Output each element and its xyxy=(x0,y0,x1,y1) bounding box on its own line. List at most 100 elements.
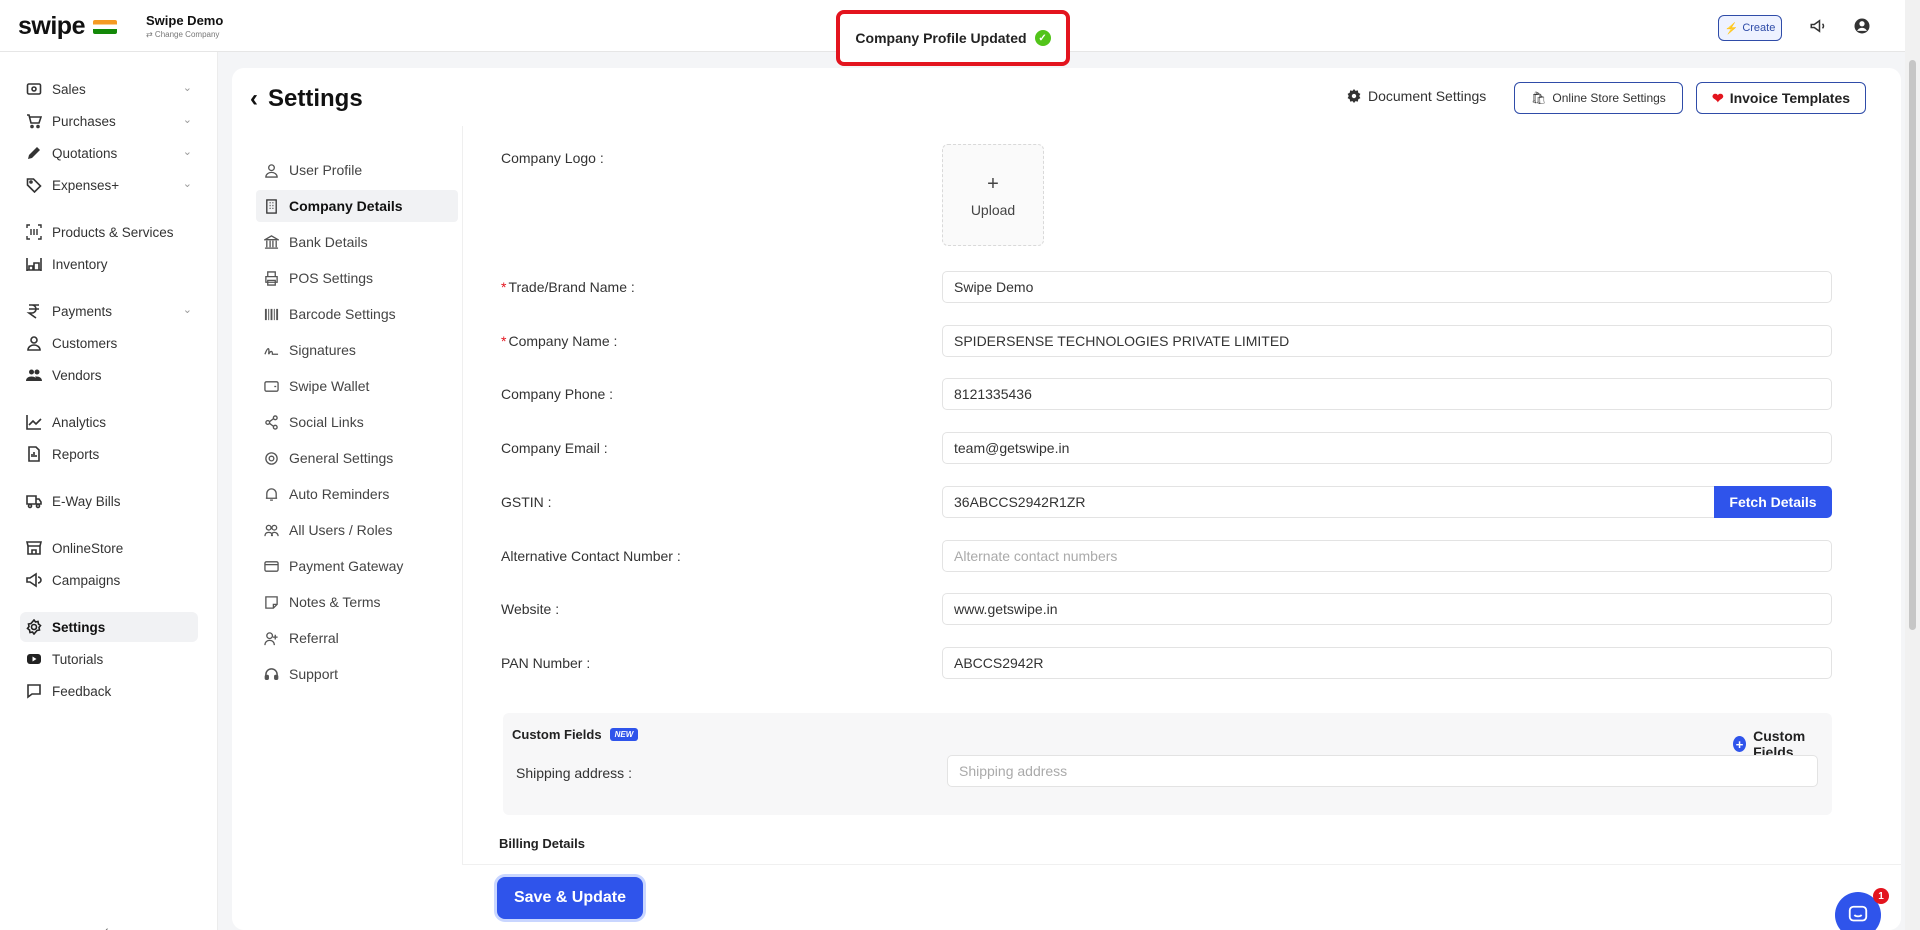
user-icon xyxy=(265,163,278,178)
invoice-templates-button[interactable]: ❤ Invoice Templates xyxy=(1696,82,1866,114)
wallet-icon xyxy=(264,380,279,392)
back-chevron-icon[interactable]: ‹ xyxy=(250,85,258,113)
nav-label: Inventory xyxy=(52,256,108,272)
submenu-user-profile[interactable]: User Profile xyxy=(256,154,458,186)
company-name: Swipe Demo xyxy=(146,13,224,28)
nav-products-services[interactable]: Products & Services xyxy=(20,217,198,247)
save-update-button[interactable]: Save & Update xyxy=(497,877,643,919)
users-icon xyxy=(264,524,279,536)
website-label: Website : xyxy=(501,601,560,617)
change-company-link[interactable]: ⇄ Change Company xyxy=(146,30,223,39)
submenu-company-details[interactable]: Company Details xyxy=(256,190,458,222)
submenu-label: Notes & Terms xyxy=(289,594,381,610)
fetch-details-button[interactable]: Fetch Details xyxy=(1714,486,1832,518)
submenu-signatures[interactable]: Signatures xyxy=(256,334,458,366)
nav-label: OnlineStore xyxy=(52,540,124,556)
nav-vendors[interactable]: Vendors xyxy=(20,360,198,390)
logo-upload-button[interactable]: + Upload xyxy=(942,144,1044,246)
report-icon xyxy=(28,446,40,462)
invoice-templates-label: Invoice Templates xyxy=(1729,90,1851,106)
scrollbar-thumb[interactable] xyxy=(1909,60,1916,630)
company-email-input[interactable]: team@getswipe.in xyxy=(942,432,1832,464)
referral-icon xyxy=(264,631,278,645)
collapse-sidebar-icon[interactable]: ‹ xyxy=(104,922,109,930)
submenu-swipe-wallet[interactable]: Swipe Wallet xyxy=(256,370,458,402)
nav-purchases[interactable]: Purchases ⌄ xyxy=(20,106,198,136)
document-settings-label: Document Settings xyxy=(1368,88,1487,104)
nav-settings[interactable]: Settings xyxy=(20,612,198,642)
submenu-label: All Users / Roles xyxy=(289,522,393,538)
nav-label: Payments xyxy=(52,303,113,319)
chat-bubble-icon xyxy=(1848,905,1868,922)
nav-campaigns[interactable]: Campaigns xyxy=(20,565,198,595)
submenu-all-users-roles[interactable]: All Users / Roles xyxy=(256,514,458,546)
trade-name-label: * Trade/Brand Name : xyxy=(501,279,635,295)
nav-customers[interactable]: Customers xyxy=(20,328,198,358)
nav-label: Expenses+ xyxy=(52,177,120,193)
submenu-label: POS Settings xyxy=(289,270,374,286)
success-check-icon: ✓ xyxy=(1034,30,1051,46)
submenu-social-links[interactable]: Social Links xyxy=(256,406,458,438)
website-input[interactable]: www.getswipe.in xyxy=(942,593,1832,625)
credit-card-icon xyxy=(264,560,279,572)
trade-name-label-text: Trade/Brand Name : xyxy=(508,279,635,295)
online-store-settings-label: Online Store Settings xyxy=(1552,91,1666,105)
nav-label: Products & Services xyxy=(52,224,174,240)
alt-contact-input[interactable]: Alternate contact numbers xyxy=(942,540,1832,572)
rupee-icon xyxy=(26,304,39,319)
submenu-auto-reminders[interactable]: Auto Reminders xyxy=(256,478,458,510)
nav-label: E-Way Bills xyxy=(52,493,121,509)
signature-icon xyxy=(264,347,279,355)
lightning-icon: ⚡ xyxy=(1724,22,1739,35)
nav-payments[interactable]: Payments ⌄ xyxy=(20,296,198,326)
submenu-pos-settings[interactable]: POS Settings xyxy=(256,262,458,294)
company-phone-input[interactable]: 8121335436 xyxy=(942,378,1832,410)
account-icon[interactable] xyxy=(1850,14,1874,38)
nav-label: Customers xyxy=(52,335,118,351)
nav-inventory[interactable]: Inventory xyxy=(20,249,198,279)
submenu-general-settings[interactable]: General Settings xyxy=(256,442,458,474)
submenu-bank-details[interactable]: Bank Details xyxy=(256,226,458,258)
printer-icon xyxy=(265,270,278,286)
gstin-label: GSTIN : xyxy=(501,494,552,510)
trade-name-input[interactable]: Swipe Demo xyxy=(942,271,1832,303)
submenu-payment-gateway[interactable]: Payment Gateway xyxy=(256,550,458,582)
submenu-label: Barcode Settings xyxy=(289,306,396,322)
nav-tutorials[interactable]: Tutorials xyxy=(20,644,198,674)
gstin-input[interactable]: 36ABCCS2942R1ZR xyxy=(942,486,1718,518)
nav-quotations[interactable]: Quotations ⌄ xyxy=(20,138,198,168)
gear-icon xyxy=(1347,89,1361,103)
document-settings-link[interactable]: Document Settings xyxy=(1347,88,1486,104)
submenu-label: Company Details xyxy=(289,198,403,214)
custom-fields-panel: Custom Fields NEW + Custom Fields Shippi… xyxy=(503,713,1832,815)
megaphone-icon[interactable] xyxy=(1806,14,1830,38)
nav-expenses[interactable]: Expenses+ ⌄ xyxy=(20,170,198,200)
custom-fields-title: Custom Fields NEW xyxy=(512,727,639,742)
nav-reports[interactable]: Reports xyxy=(20,439,198,469)
submenu-notes-terms[interactable]: Notes & Terms xyxy=(256,586,458,618)
submenu-label: Support xyxy=(289,666,339,682)
nav-online-store[interactable]: OnlineStore xyxy=(20,533,198,563)
settings-header: ‹ Settings xyxy=(250,85,363,113)
pan-number-input[interactable]: ABCCS2942R xyxy=(942,647,1832,679)
online-store-settings-button[interactable]: 🛍 Online Store Settings xyxy=(1514,82,1683,114)
submenu-support[interactable]: Support xyxy=(256,658,458,690)
submenu-label: Social Links xyxy=(289,414,364,430)
nav-analytics[interactable]: Analytics xyxy=(20,407,198,437)
chevron-down-icon: ⌄ xyxy=(182,114,192,126)
submenu-barcode-settings[interactable]: Barcode Settings xyxy=(256,298,458,330)
nav-feedback[interactable]: Feedback xyxy=(20,676,198,706)
custom-fields-title-text: Custom Fields xyxy=(512,727,602,742)
company-switcher[interactable]: Swipe Demo ⇄ Change Company xyxy=(146,13,223,39)
company-logo-label: Company Logo : xyxy=(501,150,604,166)
submenu-referral[interactable]: Referral xyxy=(256,622,458,654)
create-button[interactable]: ⚡ Create xyxy=(1718,15,1782,41)
notification-badge: 1 xyxy=(1873,888,1889,904)
company-name-input[interactable]: SPIDERSENSE TECHNOLOGIES PRIVATE LIMITED xyxy=(942,325,1832,357)
nav-sales[interactable]: Sales ⌄ xyxy=(20,74,198,104)
app-logo[interactable]: swipe xyxy=(18,12,117,41)
nav-eway-bills[interactable]: E-Way Bills xyxy=(20,486,198,516)
shipping-address-input[interactable]: Shipping address xyxy=(947,755,1818,787)
gear-icon xyxy=(26,619,42,635)
submenu-label: Signatures xyxy=(289,342,356,358)
